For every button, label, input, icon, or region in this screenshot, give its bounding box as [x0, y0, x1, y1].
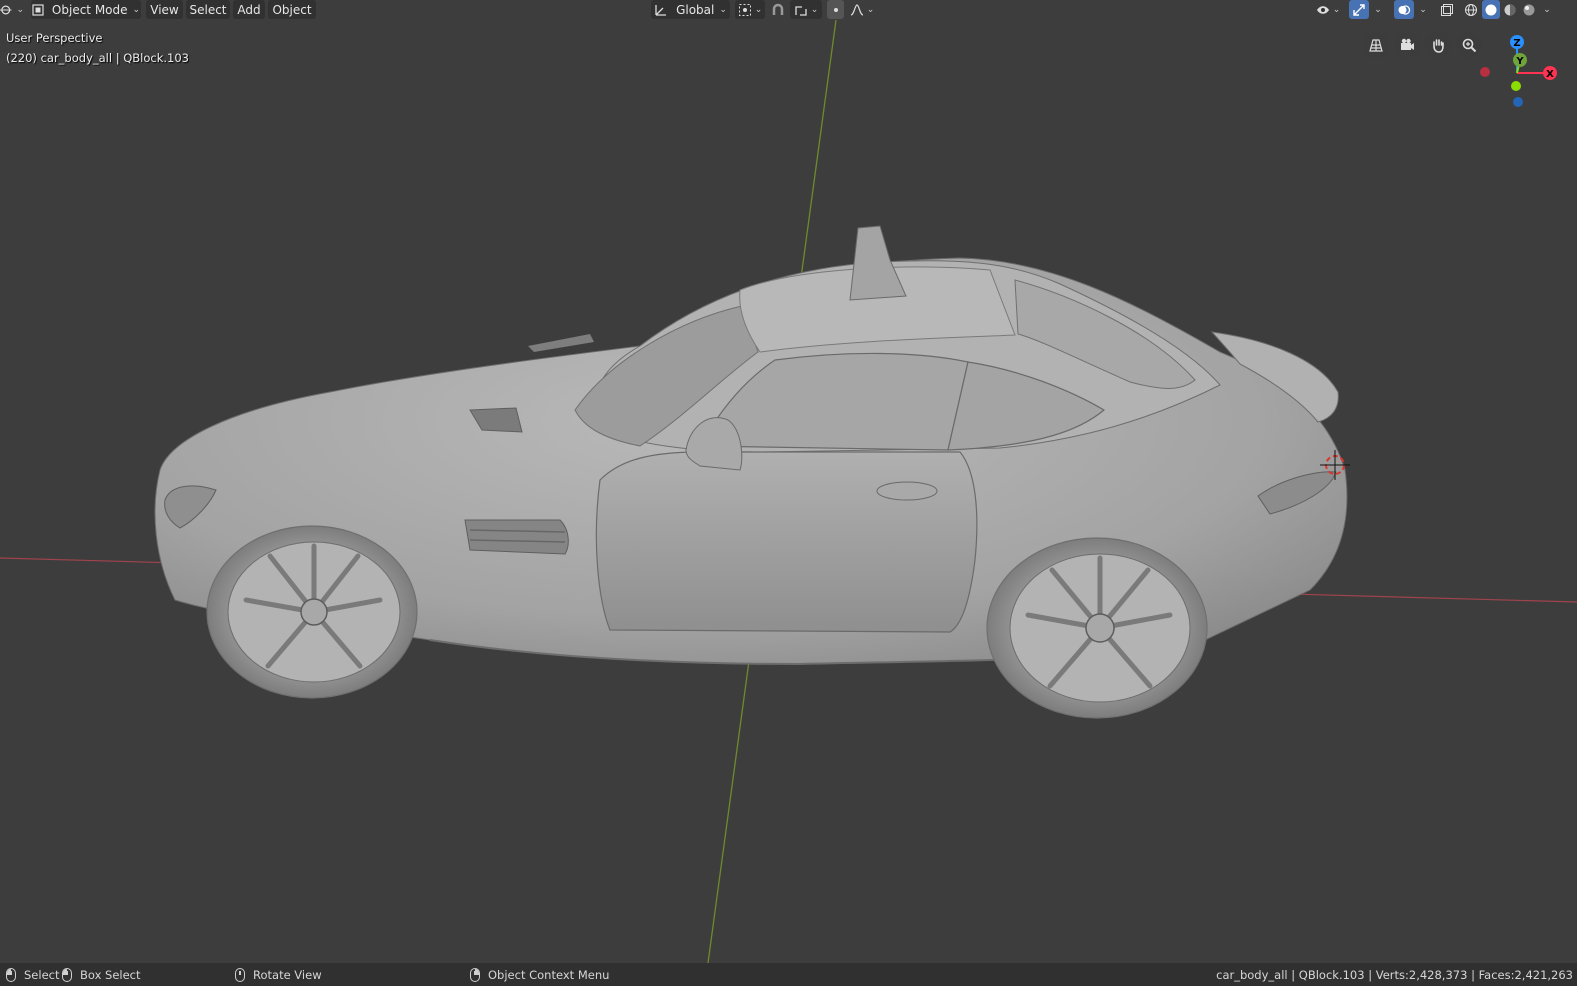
gizmo-z-label: Z — [1513, 38, 1520, 49]
mode-label: Object Mode — [51, 2, 128, 17]
status-select-hint: Select — [6, 963, 59, 986]
gizmo-icon[interactable] — [1349, 0, 1369, 19]
status-box-select-hint: Box Select — [62, 963, 141, 986]
viewport-editor-icon[interactable]: ⌄ — [0, 0, 24, 19]
status-box-select-label: Box Select — [80, 967, 141, 982]
gizmo-neg-y-axis[interactable] — [1511, 81, 1521, 91]
menu-add[interactable]: Add — [233, 0, 265, 19]
object-mode-icon — [32, 3, 44, 16]
shading-dropdown[interactable]: ⌄ — [1540, 0, 1554, 19]
viewport-header: ⌄ Object Mode ⌄ View Select Add Object G… — [0, 0, 1577, 19]
scene-statistics: car_body_all | QBlock.103 | Verts:2,428,… — [1216, 967, 1573, 982]
gizmo-x-label: X — [1546, 69, 1554, 80]
pivot-point-icon[interactable]: ⌄ — [735, 0, 765, 19]
visibility-eye-icon[interactable]: ⌄ — [1314, 0, 1342, 19]
active-object-label: (220) car_body_all | QBlock.103 — [6, 51, 190, 65]
xray-icon[interactable] — [1437, 0, 1457, 19]
gizmo-neg-z-axis[interactable] — [1513, 97, 1523, 107]
status-rotate-label: Rotate View — [253, 967, 322, 982]
3d-viewport[interactable]: Z X Y User Perspective (220) car_body_al… — [0, 0, 1577, 963]
transform-orientation-icon — [654, 3, 668, 17]
status-context-menu-hint: Object Context Menu — [470, 963, 609, 986]
material-shading-icon[interactable] — [1501, 0, 1519, 19]
viewport-scene[interactable]: Z X Y — [0, 0, 1577, 963]
snap-increment-icon[interactable]: ⌄ — [790, 0, 822, 19]
rear-wheel[interactable] — [986, 537, 1208, 719]
rendered-shading-icon[interactable] — [1520, 0, 1538, 19]
proportional-editing-icon[interactable] — [827, 0, 844, 19]
transform-orientation-label: Global — [676, 2, 715, 17]
menu-view[interactable]: View — [146, 0, 183, 19]
chevron-down-icon: ⌄ — [16, 4, 24, 15]
mouse-right-icon — [470, 967, 480, 982]
overlays-icon[interactable] — [1394, 0, 1414, 19]
gizmo-y-label: Y — [1515, 56, 1524, 67]
mode-dropdown[interactable]: Object Mode ⌄ — [31, 0, 141, 19]
menu-select[interactable]: Select — [186, 0, 230, 19]
menu-object[interactable]: Object — [268, 0, 316, 19]
transform-orientation-dropdown[interactable]: Global ⌄ — [651, 0, 730, 19]
gizmo-dropdown[interactable]: ⌄ — [1371, 0, 1385, 19]
chevron-down-icon: ⌄ — [719, 4, 727, 15]
status-rotate-hint: Rotate View — [235, 963, 322, 986]
pan-hand-icon[interactable] — [1425, 32, 1451, 58]
overlays-dropdown[interactable]: ⌄ — [1416, 0, 1430, 19]
chevron-down-icon: ⌄ — [132, 4, 141, 15]
status-bar: Select Box Select Rotate View Object Con… — [0, 963, 1577, 986]
status-context-menu-label: Object Context Menu — [488, 967, 610, 982]
navigation-gizmo[interactable]: Z X Y — [1480, 35, 1557, 107]
snap-magnet-icon[interactable] — [768, 0, 788, 19]
falloff-curve-icon[interactable]: ⌄ — [846, 0, 878, 19]
status-select-label: Select — [24, 967, 60, 982]
camera-view-icon[interactable] — [1394, 32, 1420, 58]
zoom-magnifier-icon[interactable] — [1456, 32, 1482, 58]
mouse-drag-icon — [62, 967, 72, 982]
solid-shading-icon[interactable] — [1482, 0, 1500, 19]
side-vent — [464, 519, 569, 555]
view-perspective-label: User Perspective — [6, 31, 103, 45]
mouse-left-icon — [6, 967, 16, 982]
wireframe-shading-icon[interactable] — [1462, 0, 1480, 19]
gizmo-neg-x-axis[interactable] — [1480, 67, 1490, 77]
front-wheel[interactable] — [206, 525, 418, 699]
toggle-ortho-grid-icon[interactable] — [1363, 32, 1389, 58]
mouse-middle-icon — [235, 967, 245, 982]
